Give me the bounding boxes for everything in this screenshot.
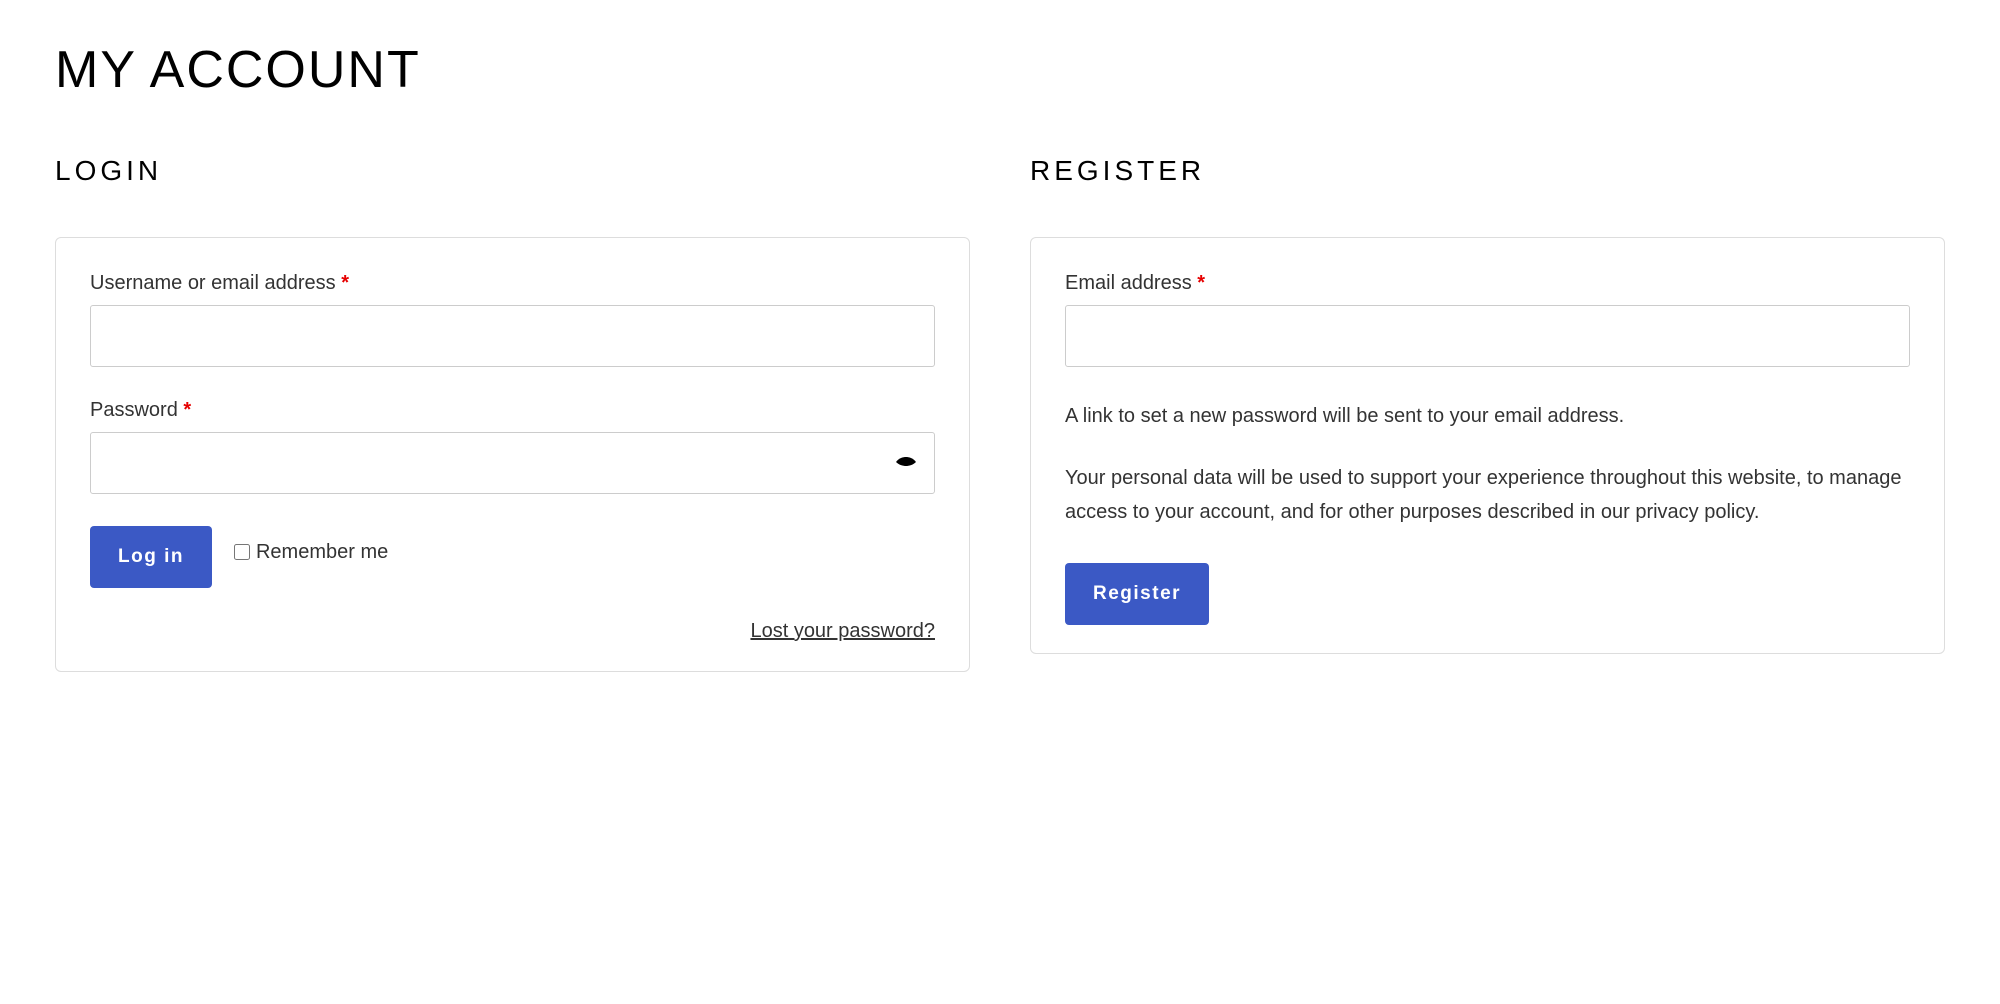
login-column: LOGIN Username or email address * Passwo… (55, 155, 970, 672)
columns-wrap: LOGIN Username or email address * Passwo… (55, 155, 1945, 672)
register-heading: REGISTER (1030, 155, 1945, 187)
register-button[interactable]: Register (1065, 563, 1209, 625)
required-marker: * (341, 272, 349, 294)
register-email-label-text: Email address (1065, 272, 1192, 294)
password-wrap (90, 432, 935, 494)
register-action-row: Register (1065, 563, 1910, 625)
register-link-info: A link to set a new password will be sen… (1065, 399, 1910, 433)
page-title: MY ACCOUNT (55, 40, 1945, 100)
login-password-label: Password * (90, 399, 935, 422)
remember-me-wrap[interactable]: Remember me (234, 541, 388, 564)
login-button[interactable]: Log in (90, 526, 212, 588)
login-heading: LOGIN (55, 155, 970, 187)
login-username-row: Username or email address * (90, 272, 935, 367)
register-form: Email address * A link to set a new pass… (1030, 237, 1945, 654)
remember-me-label: Remember me (256, 541, 388, 564)
remember-me-checkbox[interactable] (234, 544, 250, 560)
login-username-input[interactable] (90, 305, 935, 367)
login-password-input[interactable] (90, 432, 935, 494)
required-marker: * (183, 399, 191, 421)
login-password-row: Password * (90, 399, 935, 494)
lost-password-link[interactable]: Lost your password? (750, 620, 935, 642)
login-form: Username or email address * Password * (55, 237, 970, 672)
login-password-label-text: Password (90, 399, 178, 421)
register-email-row: Email address * (1065, 272, 1910, 367)
register-column: REGISTER Email address * A link to set a… (1030, 155, 1945, 672)
lost-password-row: Lost your password? (90, 620, 935, 643)
login-action-row: Log in Remember me (90, 526, 935, 588)
login-username-label-text: Username or email address (90, 272, 336, 294)
required-marker: * (1197, 272, 1205, 294)
register-email-input[interactable] (1065, 305, 1910, 367)
register-email-label: Email address * (1065, 272, 1910, 295)
eye-icon[interactable] (895, 457, 917, 469)
register-privacy-info: Your personal data will be used to suppo… (1065, 461, 1910, 529)
login-username-label: Username or email address * (90, 272, 935, 295)
